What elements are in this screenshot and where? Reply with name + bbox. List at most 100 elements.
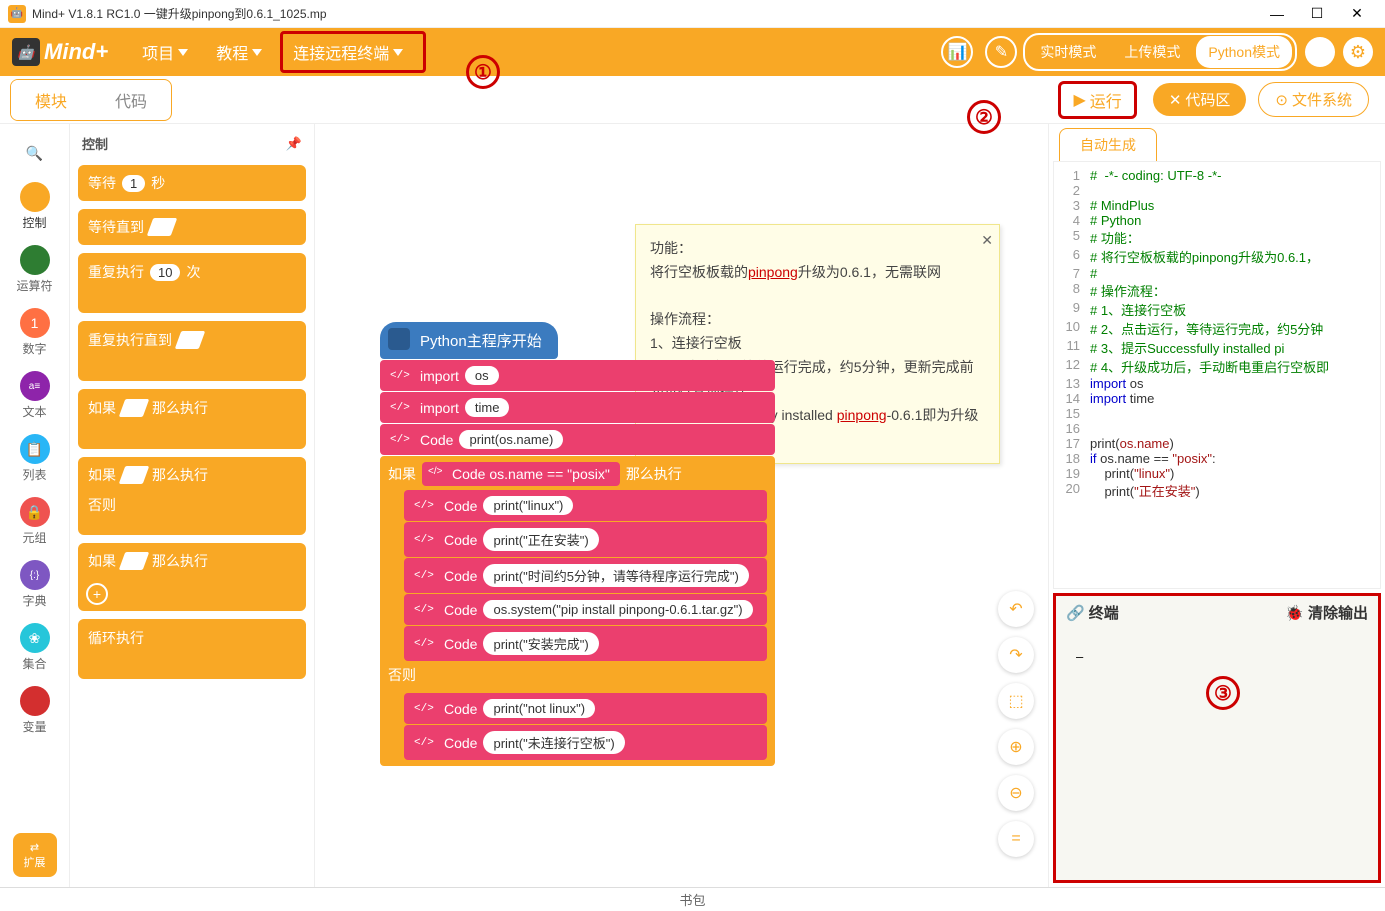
tidy-button[interactable]: ⬚ xyxy=(998,683,1034,719)
block-wait[interactable]: 等待1秒 xyxy=(78,165,306,201)
block-repeat-until[interactable]: 重复执行直到 xyxy=(78,321,306,381)
block-if-else[interactable]: 如果那么执行否则 xyxy=(78,457,306,535)
block-if-plus[interactable]: 如果那么执行+ xyxy=(78,543,306,611)
mode-switcher: 实时模式 上传模式 Python模式 xyxy=(1023,33,1297,71)
play-icon: ▶ xyxy=(1073,90,1085,110)
annotation-1: ① xyxy=(466,55,500,89)
settings-icon[interactable]: ⚙ xyxy=(1343,37,1373,67)
block-repeat[interactable]: 重复执行10次 xyxy=(78,253,306,313)
code-line: 14import time xyxy=(1054,391,1380,406)
code-area-button[interactable]: ✕代码区 xyxy=(1153,83,1247,116)
category-numbers[interactable]: 1数字 xyxy=(0,304,69,361)
main-script[interactable]: Python主程序开始 importos importtime Codeprin… xyxy=(380,322,775,766)
code-line: 18if os.name == "posix": xyxy=(1054,451,1380,466)
code-line: 13import os xyxy=(1054,376,1380,391)
note-link-pinpong[interactable]: pinpong xyxy=(748,264,798,280)
code-line: 10# 2、点击运行，等待运行完成，约5分钟 xyxy=(1054,319,1380,338)
extension-button[interactable]: ⇄扩展 xyxy=(13,833,57,877)
redo-button[interactable]: ↷ xyxy=(998,637,1034,673)
script-canvas[interactable]: ✕ 功能： 将行空板板载的pinpong升级为0.6.1，无需联网 操作流程： … xyxy=(315,124,1048,887)
code-line: 8# 操作流程： xyxy=(1054,281,1380,300)
block-palette: 控制 📌 等待1秒 等待直到 重复执行10次 重复执行直到 如果那么执行 如果那… xyxy=(70,124,315,887)
code-line: 4# Python xyxy=(1054,213,1380,228)
category-dict[interactable]: {:}字典 xyxy=(0,556,69,613)
block-import-os[interactable]: importos xyxy=(380,360,775,391)
category-control[interactable]: 控制 xyxy=(0,178,69,235)
search-category[interactable]: 🔍 xyxy=(0,134,69,172)
main-area: 🔍 控制 运算符 1数字 a≡文本 📋列表 🔒元组 {:}字典 ❀集合 变量 ⇄… xyxy=(0,124,1385,887)
block-code-2[interactable]: Codeprint("linux") xyxy=(404,490,767,521)
category-text[interactable]: a≡文本 xyxy=(0,367,69,424)
block-forever[interactable]: 循环执行 xyxy=(78,619,306,679)
block-code-4[interactable]: Codeprint("时间约5分钟，请等待程序运行完成") xyxy=(404,558,767,593)
window-title: Mind+ V1.8.1 RC1.0 一键升级pinpong到0.6.1_102… xyxy=(32,5,1257,22)
chart-icon[interactable]: 📊 xyxy=(941,36,973,68)
tab-code[interactable]: 代码 xyxy=(91,80,171,120)
zoom-reset-button[interactable]: = xyxy=(998,821,1034,857)
zoom-out-button[interactable]: ⊖ xyxy=(998,775,1034,811)
minimize-button[interactable]: — xyxy=(1257,0,1297,28)
block-code-1[interactable]: Codeprint(os.name) xyxy=(380,424,775,455)
code-line: 12# 4、升级成功后，手动断电重启行空板即 xyxy=(1054,357,1380,376)
right-panel: 自动生成 1# -*- coding: UTF-8 -*-23# MindPlu… xyxy=(1048,124,1385,887)
mode-python[interactable]: Python模式 xyxy=(1196,36,1292,68)
block-import-time[interactable]: importtime xyxy=(380,392,775,423)
category-set[interactable]: ❀集合 xyxy=(0,619,69,676)
category-tuple[interactable]: 🔒元组 xyxy=(0,493,69,550)
clear-output-button[interactable]: 🐞 清除输出 xyxy=(1285,602,1368,623)
pin-icon[interactable]: 📌 xyxy=(286,136,302,152)
menu-project[interactable]: 项目 xyxy=(132,36,198,68)
code-line: 11# 3、提示Successfully installed pi xyxy=(1054,338,1380,357)
code-line: 3# MindPlus xyxy=(1054,198,1380,213)
top-menu-bar: 🤖 Mind+ 项目 教程 连接远程终端 📊 ✎ 实时模式 上传模式 Pytho… xyxy=(0,28,1385,76)
note-link-pinpong2[interactable]: pinpong xyxy=(837,407,887,423)
code-line: 1# -*- coding: UTF-8 -*- xyxy=(1054,168,1380,183)
block-code-8[interactable]: Codeprint("未连接行空板") xyxy=(404,725,767,760)
block-code-3[interactable]: Codeprint("正在安装") xyxy=(404,522,767,557)
palette-header: 控制 📌 xyxy=(76,130,308,157)
edit-icon[interactable]: ✎ xyxy=(985,36,1017,68)
file-system-button[interactable]: ⊙文件系统 xyxy=(1258,82,1369,117)
menu-connect-remote[interactable]: 连接远程终端 xyxy=(280,31,426,73)
hat-block[interactable]: Python主程序开始 xyxy=(380,322,558,359)
auto-generate-tab[interactable]: 自动生成 xyxy=(1059,128,1157,161)
block-code-7[interactable]: Codeprint("not linux") xyxy=(404,693,767,724)
tab-blocks[interactable]: 模块 xyxy=(11,80,91,120)
terminal-title: 🔗 终端 xyxy=(1066,602,1119,623)
zoom-in-button[interactable]: ⊕ xyxy=(998,729,1034,765)
category-operators[interactable]: 运算符 xyxy=(0,241,69,298)
code-view[interactable]: 1# -*- coding: UTF-8 -*-23# MindPlus4# P… xyxy=(1053,161,1381,589)
code-line: 19 print("linux") xyxy=(1054,466,1380,481)
mode-upload[interactable]: 上传模式 xyxy=(1112,36,1192,68)
block-code-5[interactable]: Codeos.system("pip install pinpong-0.6.1… xyxy=(404,594,767,625)
undo-button[interactable]: ↶ xyxy=(998,591,1034,627)
app-icon: 🤖 xyxy=(8,5,26,23)
annotation-3: ③ xyxy=(1206,676,1240,710)
block-wait-until[interactable]: 等待直到 xyxy=(78,209,306,245)
user-avatar[interactable] xyxy=(1305,37,1335,67)
block-code-6[interactable]: Codeprint("安装完成") xyxy=(404,626,767,661)
category-list[interactable]: 📋列表 xyxy=(0,430,69,487)
category-variables[interactable]: 变量 xyxy=(0,682,69,739)
code-line: 5# 功能： xyxy=(1054,228,1380,247)
code-line: 9# 1、连接行空板 xyxy=(1054,300,1380,319)
code-line: 15 xyxy=(1054,406,1380,421)
terminal-panel: 🔗 终端 🐞 清除输出 – ③ xyxy=(1053,593,1381,883)
maximize-button[interactable]: ☐ xyxy=(1297,0,1337,28)
block-if[interactable]: 如果那么执行 xyxy=(78,389,306,449)
terminal-body[interactable]: – xyxy=(1056,629,1378,880)
canvas-controls: ↶ ↷ ⬚ ⊕ ⊖ = xyxy=(998,591,1034,857)
note-close-icon[interactable]: ✕ xyxy=(981,229,993,253)
secondary-toolbar: 模块 代码 ▶ 运行 ✕代码区 ⊙文件系统 xyxy=(0,76,1385,124)
backpack-bar[interactable]: 书包 xyxy=(0,887,1385,911)
run-button[interactable]: ▶ 运行 xyxy=(1058,81,1136,119)
close-button[interactable]: ✕ xyxy=(1337,0,1377,28)
block-if-wrapper[interactable]: 如果 Code os.name == "posix" 那么执行 Codeprin… xyxy=(380,456,775,766)
code-line: 7# xyxy=(1054,266,1380,281)
menu-tutorial[interactable]: 教程 xyxy=(206,36,272,68)
logo: 🤖 Mind+ xyxy=(12,38,108,66)
window-titlebar: 🤖 Mind+ V1.8.1 RC1.0 一键升级pinpong到0.6.1_1… xyxy=(0,0,1385,28)
mode-realtime[interactable]: 实时模式 xyxy=(1028,36,1108,68)
code-line: 17print(os.name) xyxy=(1054,436,1380,451)
logo-icon: 🤖 xyxy=(12,38,40,66)
